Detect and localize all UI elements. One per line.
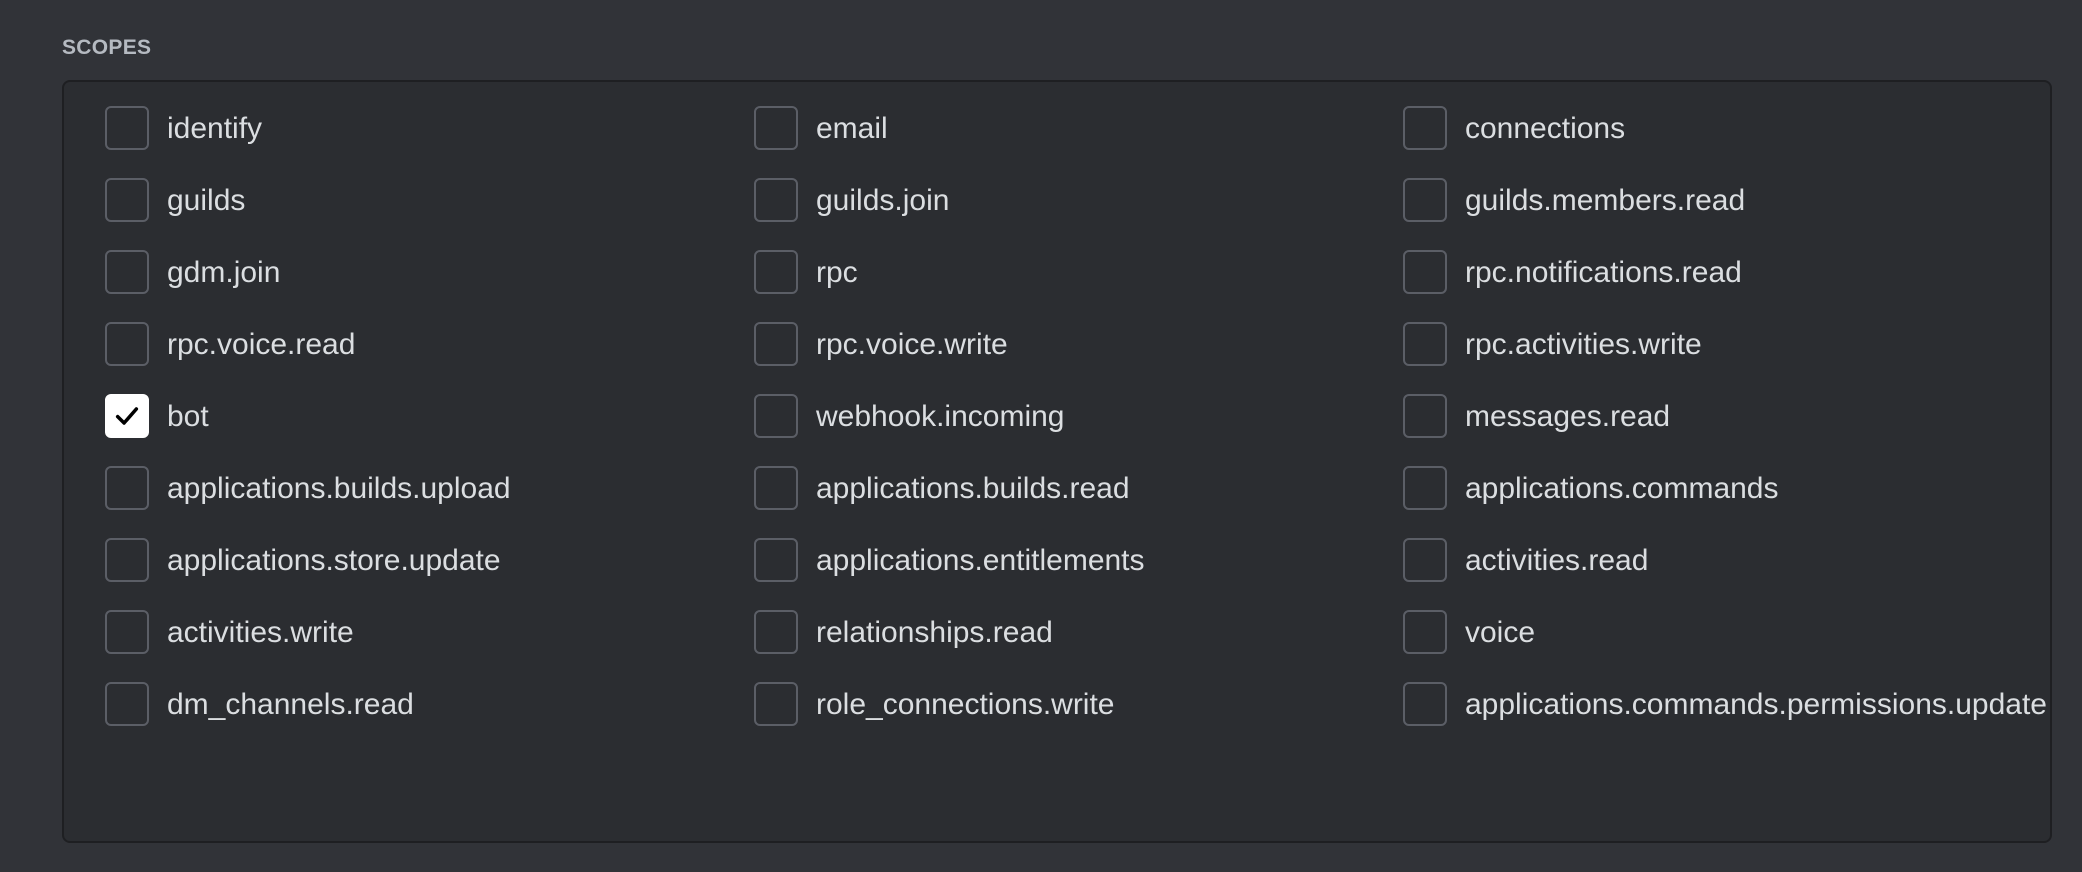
scope-label: rpc.voice.read [167,328,356,361]
scope-checkbox[interactable] [754,466,798,510]
scopes-panel: identify email connections guilds guilds.joi… [62,80,2052,843]
scope-label: bot [167,400,209,433]
scope-label: role_connections.write [816,688,1115,721]
scope-item[interactable]: messages.read [1403,394,2003,466]
scope-item[interactable]: guilds.join [754,178,1403,250]
scope-item[interactable]: webhook.incoming [754,394,1403,466]
scope-item[interactable]: dm_channels.read [105,682,754,754]
scope-item[interactable]: guilds.members.read [1403,178,2003,250]
scope-item[interactable]: guilds [105,178,754,250]
scope-label: applications.commands [1465,472,1779,505]
scope-checkbox[interactable] [754,682,798,726]
scope-label: guilds [167,184,246,217]
scope-item[interactable]: applications.entitlements [754,538,1403,610]
scope-label: applications.store.update [167,544,501,577]
scope-item[interactable]: relationships.read [754,610,1403,682]
scope-checkbox[interactable] [1403,610,1447,654]
scope-item[interactable]: bot [105,394,754,466]
scope-checkbox[interactable] [754,106,798,150]
scope-checkbox[interactable] [754,322,798,366]
scope-checkbox[interactable] [1403,322,1447,366]
scope-item[interactable]: rpc [754,250,1403,322]
scope-item[interactable]: applications.builds.read [754,466,1403,538]
scope-item[interactable]: rpc.activities.write [1403,322,2003,394]
scope-label: rpc.notifications.read [1465,256,1742,289]
checkmark-icon [115,407,139,425]
scope-item[interactable]: email [754,106,1403,178]
scope-label: dm_channels.read [167,688,414,721]
scope-label: activities.write [167,616,354,649]
scope-checkbox[interactable] [105,322,149,366]
scope-item[interactable]: role_connections.write [754,682,1403,754]
scope-label: connections [1465,112,1626,145]
scope-checkbox[interactable] [1403,250,1447,294]
scope-checkbox[interactable] [1403,682,1447,726]
scope-label: voice [1465,616,1536,649]
scope-label: applications.entitlements [816,544,1145,577]
scope-label: identify [167,112,263,145]
scope-checkbox[interactable] [754,394,798,438]
scope-checkbox[interactable] [1403,394,1447,438]
scope-item[interactable]: applications.commands.permissions.update [1403,682,2047,754]
scope-label: activities.read [1465,544,1649,577]
scope-item[interactable]: rpc.notifications.read [1403,250,2003,322]
scope-checkbox[interactable] [754,250,798,294]
scope-checkbox[interactable] [1403,178,1447,222]
scope-item[interactable]: activities.read [1403,538,2003,610]
scope-label: webhook.incoming [816,400,1065,433]
scope-item[interactable]: connections [1403,106,2003,178]
scope-label: rpc [816,256,858,289]
scope-checkbox[interactable] [754,538,798,582]
scope-label: applications.builds.read [816,472,1130,505]
scope-checkbox[interactable] [105,610,149,654]
scope-label: messages.read [1465,400,1671,433]
scope-item[interactable]: applications.commands [1403,466,2003,538]
scope-checkbox[interactable] [105,538,149,582]
scope-item[interactable]: applications.store.update [105,538,754,610]
scope-label: applications.builds.upload [167,472,511,505]
scope-label: relationships.read [816,616,1053,649]
scope-label: applications.commands.permissions.update [1465,688,2047,721]
scope-label: guilds.members.read [1465,184,1746,217]
scope-checkbox[interactable] [1403,538,1447,582]
scopes-grid: identify email connections guilds guilds.joi… [105,106,2047,754]
scope-item[interactable]: applications.builds.upload [105,466,754,538]
scope-label: rpc.activities.write [1465,328,1702,361]
scope-checkbox[interactable] [754,610,798,654]
scope-item[interactable]: gdm.join [105,250,754,322]
section-title: SCOPES [62,36,152,59]
scope-item[interactable]: rpc.voice.write [754,322,1403,394]
scope-checkbox[interactable] [105,394,149,438]
scope-checkbox[interactable] [105,682,149,726]
scope-item[interactable]: activities.write [105,610,754,682]
scope-label: gdm.join [167,256,281,289]
scope-item[interactable]: rpc.voice.read [105,322,754,394]
scope-checkbox[interactable] [1403,106,1447,150]
scope-checkbox[interactable] [754,178,798,222]
scope-item[interactable]: identify [105,106,754,178]
scope-item[interactable]: voice [1403,610,2003,682]
scope-label: email [816,112,888,145]
scope-checkbox[interactable] [105,250,149,294]
scope-label: guilds.join [816,184,950,217]
scope-checkbox[interactable] [105,178,149,222]
scope-checkbox[interactable] [1403,466,1447,510]
scope-checkbox[interactable] [105,106,149,150]
scope-label: rpc.voice.write [816,328,1008,361]
scope-checkbox[interactable] [105,466,149,510]
